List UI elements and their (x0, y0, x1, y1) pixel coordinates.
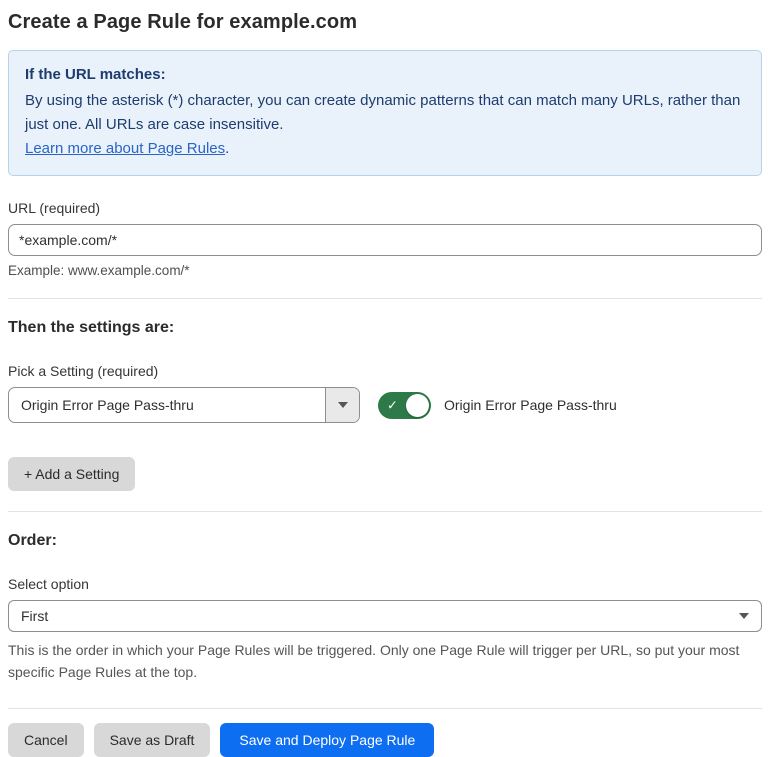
url-match-info-box: If the URL matches: By using the asteris… (8, 50, 762, 176)
order-helper-text: This is the order in which your Page Rul… (8, 642, 740, 680)
link-period: . (225, 140, 230, 157)
save-deploy-button[interactable]: Save and Deploy Page Rule (220, 723, 435, 757)
order-select-arrow (727, 601, 761, 631)
pick-setting-label: Pick a Setting (required) (8, 363, 159, 379)
order-select[interactable]: First (8, 600, 762, 632)
order-select-value: First (21, 608, 49, 624)
page-title: Create a Page Rule for example.com (8, 11, 358, 33)
learn-more-link[interactable]: Learn more about Page Rules (25, 140, 225, 157)
setting-select-value: Origin Error Page Pass-thru (21, 397, 194, 413)
save-draft-button[interactable]: Save as Draft (93, 723, 211, 757)
info-box-heading: If the URL matches: (25, 66, 166, 83)
order-section-heading: Order: (8, 532, 57, 549)
setting-row: Origin Error Page Pass-thru ✓ Origin Err… (8, 387, 762, 423)
setting-toggle-label: Origin Error Page Pass-thru (444, 397, 617, 413)
url-input[interactable] (8, 224, 762, 256)
settings-section-heading: Then the settings are: (8, 319, 175, 336)
chevron-down-icon (739, 613, 749, 619)
setting-toggle[interactable]: ✓ (378, 391, 431, 419)
chevron-down-icon (337, 402, 348, 408)
toggle-knob (406, 393, 429, 417)
setting-select[interactable]: Origin Error Page Pass-thru (8, 387, 360, 423)
info-box-body: By using the asterisk (*) character, you… (25, 92, 741, 133)
info-box-link-row: Learn more about Page Rules. (25, 137, 745, 161)
add-setting-button[interactable]: + Add a Setting (8, 457, 136, 491)
divider (8, 298, 762, 299)
divider (8, 511, 762, 512)
divider (8, 708, 762, 709)
url-field-label: URL (required) (8, 200, 101, 216)
footer-actions: Cancel Save as Draft Save and Deploy Pag… (8, 723, 762, 757)
setting-select-arrow-button[interactable] (325, 388, 359, 422)
check-icon: ✓ (387, 397, 398, 413)
cancel-button[interactable]: Cancel (8, 723, 84, 757)
url-example-helper: Example: www.example.com/* (8, 263, 190, 278)
order-select-label: Select option (8, 576, 89, 592)
